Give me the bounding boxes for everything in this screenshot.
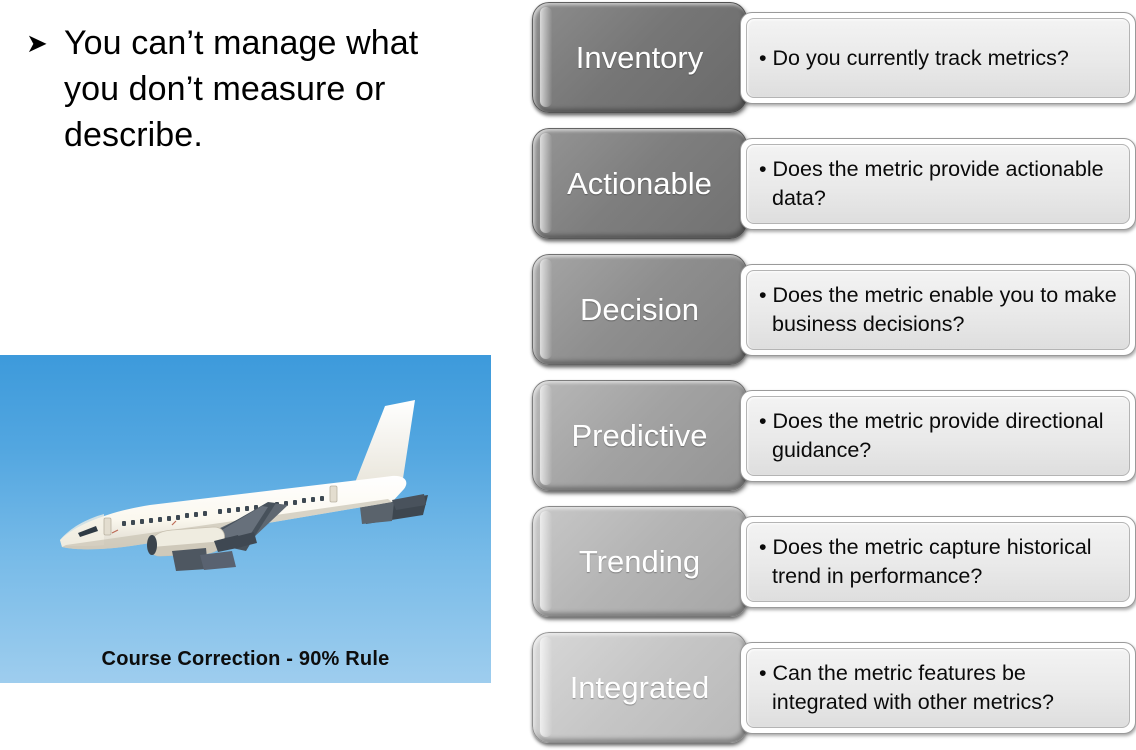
panel-text: Does the metric enable you to make busin… bbox=[759, 281, 1119, 339]
panel-surface: Does the metric provide directional guid… bbox=[746, 396, 1130, 476]
panel-text: Does the metric capture historical trend… bbox=[759, 533, 1119, 591]
chip-label: Actionable bbox=[567, 165, 712, 201]
chip-integrated[interactable]: Integrated bbox=[532, 632, 747, 743]
panel-text: Do you currently track metrics? bbox=[759, 44, 1069, 73]
diagram-row[interactable]: Actionable Does the metric provide actio… bbox=[530, 126, 1136, 241]
diagram-row[interactable]: Inventory Do you currently track metrics… bbox=[530, 0, 1136, 115]
chip-label: Integrated bbox=[569, 669, 710, 705]
panel-surface: Does the metric provide actionable data? bbox=[746, 144, 1130, 224]
left-content-column: ➤ You can’t manage what you don’t measur… bbox=[0, 0, 520, 750]
chip-decision[interactable]: Decision bbox=[532, 254, 747, 365]
panel-predictive[interactable]: Does the metric provide directional guid… bbox=[740, 390, 1136, 482]
chip-label: Inventory bbox=[575, 39, 704, 75]
panel-integrated[interactable]: Can the metric features be integrated wi… bbox=[740, 642, 1136, 734]
diagram-row[interactable]: Integrated Can the metric features be in… bbox=[530, 630, 1136, 745]
panel-text: Can the metric features be integrated wi… bbox=[759, 659, 1119, 717]
bullet-point: ➤ You can’t manage what you don’t measur… bbox=[22, 20, 442, 158]
arrow-bullet-icon: ➤ bbox=[26, 28, 48, 58]
chip-trending[interactable]: Trending bbox=[532, 506, 747, 617]
diagram-row[interactable]: Predictive Does the metric provide direc… bbox=[530, 378, 1136, 493]
chip-actionable[interactable]: Actionable bbox=[532, 128, 747, 239]
chip-label: Predictive bbox=[571, 417, 708, 453]
panel-decision[interactable]: Does the metric enable you to make busin… bbox=[740, 264, 1136, 356]
panel-surface: Does the metric enable you to make busin… bbox=[746, 270, 1130, 350]
diagram-row[interactable]: Decision Does the metric enable you to m… bbox=[530, 252, 1136, 367]
photo-caption: Course Correction - 90% Rule bbox=[101, 648, 390, 670]
metrics-criteria-diagram: Inventory Do you currently track metrics… bbox=[530, 0, 1136, 750]
diagram-row[interactable]: Trending Does the metric capture histori… bbox=[530, 504, 1136, 619]
panel-text: Does the metric provide actionable data? bbox=[759, 155, 1119, 213]
panel-inventory[interactable]: Do you currently track metrics? bbox=[740, 12, 1136, 104]
panel-surface: Does the metric capture historical trend… bbox=[746, 522, 1130, 602]
panel-surface: Can the metric features be integrated wi… bbox=[746, 648, 1130, 728]
airplane-illustration bbox=[60, 400, 428, 571]
bullet-text: You can’t manage what you don’t measure … bbox=[64, 24, 419, 154]
panel-text: Does the metric provide directional guid… bbox=[759, 407, 1119, 465]
chip-inventory[interactable]: Inventory bbox=[532, 2, 747, 113]
panel-surface: Do you currently track metrics? bbox=[746, 18, 1130, 98]
panel-actionable[interactable]: Does the metric provide actionable data? bbox=[740, 138, 1136, 230]
panel-trending[interactable]: Does the metric capture historical trend… bbox=[740, 516, 1136, 608]
chip-predictive[interactable]: Predictive bbox=[532, 380, 747, 491]
airplane-photo: Course Correction - 90% Rule bbox=[0, 355, 491, 683]
chip-label: Trending bbox=[578, 543, 701, 579]
chip-label: Decision bbox=[580, 291, 699, 327]
